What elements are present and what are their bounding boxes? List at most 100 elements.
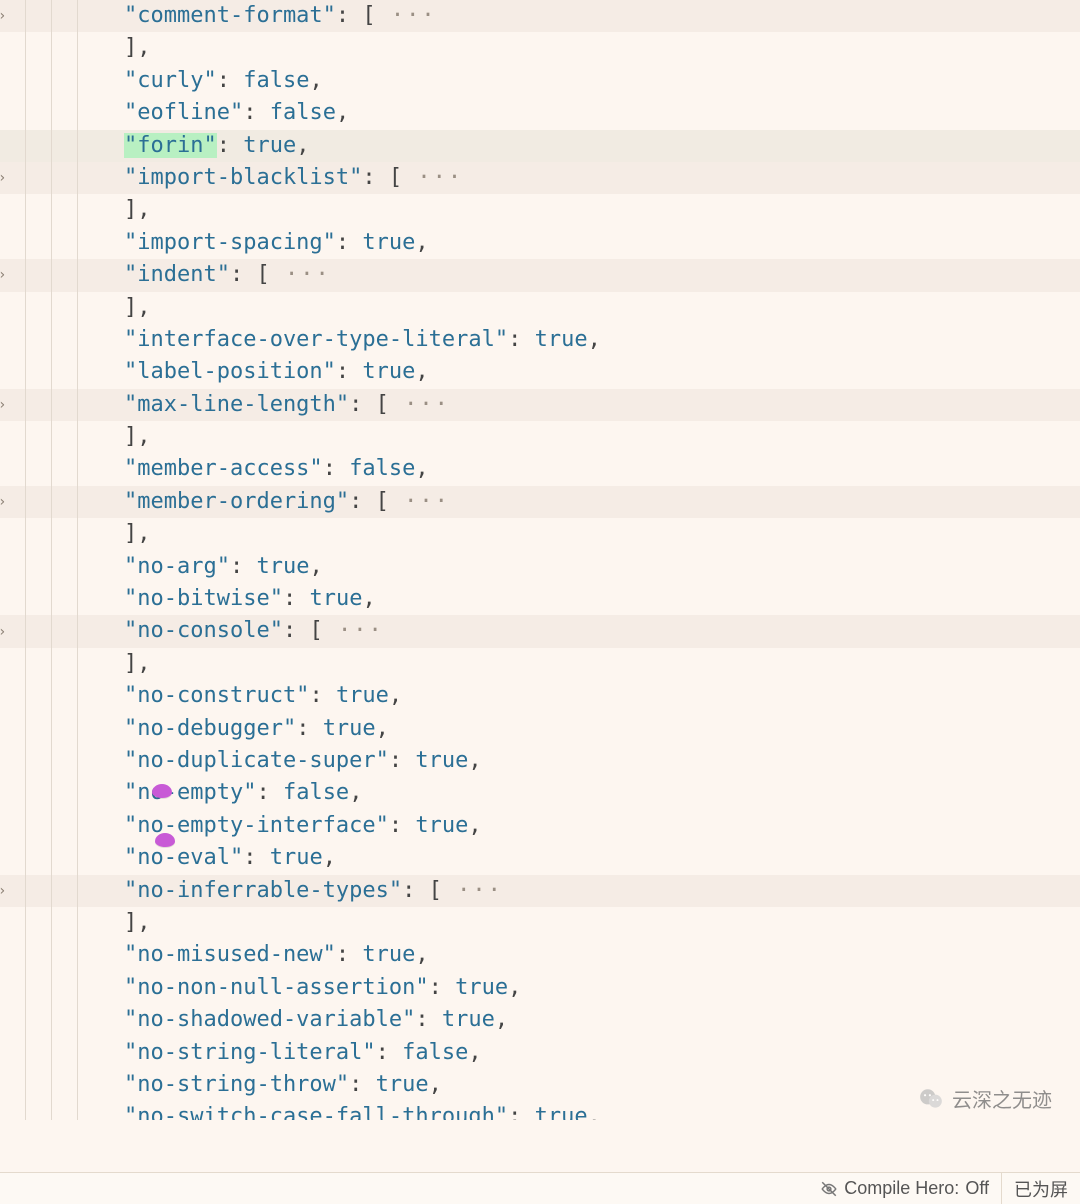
folded-ellipsis[interactable]: ···: [442, 878, 503, 903]
code-line[interactable]: "no-non-null-assertion": true,: [0, 972, 1080, 1004]
code-content: "member-access": false,: [14, 456, 429, 481]
compile-hero-label: Compile Hero:: [844, 1178, 959, 1199]
json-key: "no-misused-new": [124, 942, 336, 967]
compile-hero-state: Off: [965, 1178, 989, 1199]
punct: :: [217, 133, 244, 158]
code-content: "import-spacing": true,: [14, 230, 429, 255]
annotation-blob: [152, 784, 172, 798]
fold-chevron-icon[interactable]: ›: [0, 875, 6, 907]
code-line[interactable]: ],: [0, 907, 1080, 939]
fold-chevron-icon[interactable]: ›: [0, 615, 6, 647]
folded-ellipsis[interactable]: ···: [323, 618, 384, 643]
code-line[interactable]: "no-arg": true,: [0, 551, 1080, 583]
json-value: true: [362, 230, 415, 255]
code-content: "no-inferrable-types": [ ···: [14, 878, 503, 903]
code-line[interactable]: "forin": true,: [0, 130, 1080, 162]
screen-status[interactable]: 已为屏: [1001, 1173, 1080, 1204]
fold-chevron-icon[interactable]: ›: [0, 389, 6, 421]
code-line[interactable]: ›"max-line-length": [ ···: [0, 389, 1080, 421]
punct: .: [588, 1104, 601, 1120]
json-value: false: [402, 1040, 468, 1065]
punct: : [: [349, 392, 389, 417]
code-line[interactable]: "import-spacing": true,: [0, 227, 1080, 259]
code-line[interactable]: ],: [0, 648, 1080, 680]
punct: ,: [468, 1040, 481, 1065]
json-key: "no-string-throw": [124, 1072, 349, 1097]
code-line[interactable]: "eofline": false,: [0, 97, 1080, 129]
folded-ellipsis[interactable]: ···: [402, 165, 463, 190]
code-line[interactable]: "no-construct": true,: [0, 680, 1080, 712]
json-key: "import-blacklist": [124, 165, 362, 190]
code-line[interactable]: "label-position": true,: [0, 356, 1080, 388]
json-value: true: [455, 975, 508, 1000]
code-line[interactable]: "no-misused-new": true,: [0, 939, 1080, 971]
code-line[interactable]: "no-bitwise": true,: [0, 583, 1080, 615]
code-content: "comment-format": [ ···: [14, 3, 437, 28]
code-line[interactable]: › "no-inferrable-types": [ ···: [0, 875, 1080, 907]
code-line[interactable]: "no-eval": true,: [0, 842, 1080, 874]
code-line[interactable]: "member-access": false,: [0, 453, 1080, 485]
json-key: "no-arg": [124, 554, 230, 579]
punct: ],: [124, 35, 151, 60]
folded-ellipsis[interactable]: ···: [376, 3, 437, 28]
fold-chevron-icon[interactable]: ›: [0, 0, 6, 32]
code-line[interactable]: "curly": false,: [0, 65, 1080, 97]
code-content: "member-ordering": [ ···: [14, 489, 450, 514]
code-content: ],: [14, 521, 151, 546]
fold-chevron-icon[interactable]: ›: [0, 162, 6, 194]
code-line[interactable]: ],: [0, 292, 1080, 324]
punct: :: [389, 813, 416, 838]
code-line[interactable]: "no-duplicate-super": true,: [0, 745, 1080, 777]
code-content: ],: [14, 197, 151, 222]
punct: :: [296, 716, 323, 741]
code-line[interactable]: "no-shadowed-variable": true,: [0, 1004, 1080, 1036]
code-content: "no-string-throw": true,: [14, 1072, 442, 1097]
fold-chevron-icon[interactable]: ›: [0, 486, 6, 518]
code-line[interactable]: ›"no-console": [ ···: [0, 615, 1080, 647]
compile-hero-toggle[interactable]: Compile Hero: Off: [808, 1173, 1001, 1204]
code-editor[interactable]: › "comment-format": [ ···], "curly": false…: [0, 0, 1080, 1120]
code-line[interactable]: › "member-ordering": [ ···: [0, 486, 1080, 518]
punct: :: [243, 100, 270, 125]
json-key: "interface-over-type-literal": [124, 327, 508, 352]
code-line[interactable]: "no-string-literal": false,: [0, 1037, 1080, 1069]
code-line[interactable]: › "comment-format": [ ···: [0, 0, 1080, 32]
code-line[interactable]: "no-debugger": true,: [0, 713, 1080, 745]
json-key: "curly": [124, 68, 217, 93]
punct: :: [508, 327, 535, 352]
json-key: "no-shadowed-variable": [124, 1007, 415, 1032]
json-value: false: [243, 68, 309, 93]
fold-chevron-icon[interactable]: ›: [0, 259, 6, 291]
punct: :: [349, 1072, 376, 1097]
json-key: "no-string-literal": [124, 1040, 376, 1065]
code-line[interactable]: ›"import-blacklist": [ ···: [0, 162, 1080, 194]
code-line[interactable]: › "indent": [ ···: [0, 259, 1080, 291]
json-value: true: [362, 359, 415, 384]
folded-ellipsis[interactable]: ···: [270, 262, 331, 287]
punct: :: [243, 845, 270, 870]
punct: :: [217, 68, 244, 93]
code-line[interactable]: ],: [0, 518, 1080, 550]
code-line[interactable]: "interface-over-type-literal": true,: [0, 324, 1080, 356]
punct: : [: [349, 489, 389, 514]
punct: : [: [283, 618, 323, 643]
punct: ,: [389, 683, 402, 708]
code-content: "eofline": false,: [14, 100, 349, 125]
json-key: "member-access": [124, 456, 323, 481]
code-line[interactable]: ],: [0, 32, 1080, 64]
punct: ],: [124, 910, 151, 935]
code-content: ],: [14, 424, 151, 449]
code-content: "no-empty-interface": true,: [14, 813, 482, 838]
json-value: true: [376, 1072, 429, 1097]
code-content: "indent": [ ···: [14, 262, 331, 287]
json-value: true: [442, 1007, 495, 1032]
json-key: "no-inferrable-types": [124, 878, 402, 903]
code-line[interactable]: ],: [0, 421, 1080, 453]
json-key: "forin": [124, 133, 217, 158]
folded-ellipsis[interactable]: ···: [389, 392, 450, 417]
code-content: ],: [14, 295, 151, 320]
code-line[interactable]: ],: [0, 194, 1080, 226]
folded-ellipsis[interactable]: ···: [389, 489, 450, 514]
code-content: "no-string-literal": false,: [14, 1040, 482, 1065]
watermark-text: 云深之无迹: [952, 1084, 1052, 1113]
